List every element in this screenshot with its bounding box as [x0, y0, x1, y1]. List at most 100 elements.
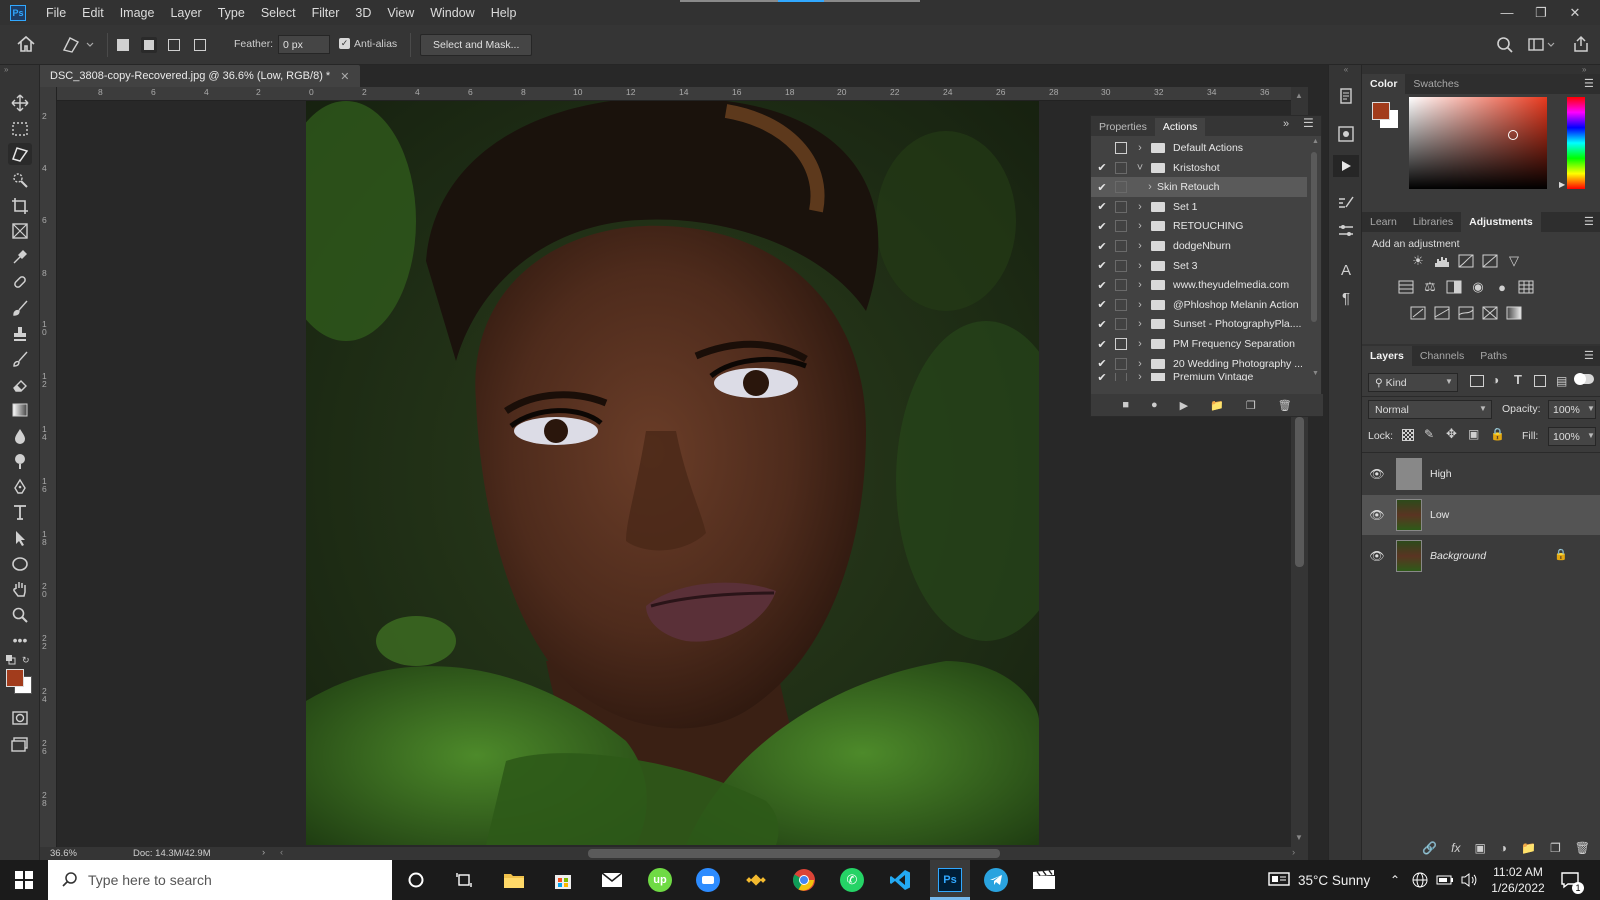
- toggle-item-checkbox[interactable]: ✔: [1091, 240, 1113, 253]
- select-and-mask-button[interactable]: Select and Mask...: [420, 34, 533, 56]
- eye-icon[interactable]: 👁: [1362, 549, 1392, 563]
- gradient-map-icon[interactable]: [1506, 306, 1522, 320]
- toggle-dialog-icon[interactable]: [1115, 161, 1127, 174]
- toggle-item-checkbox[interactable]: ✔: [1091, 259, 1113, 272]
- foreground-color-swatch[interactable]: [1372, 102, 1390, 120]
- link-layers-icon[interactable]: 🔗: [1422, 841, 1437, 855]
- curves-icon[interactable]: [1458, 254, 1474, 268]
- toggle-item-checkbox[interactable]: ✔: [1091, 338, 1113, 351]
- scroll-down-icon[interactable]: ▼: [1312, 370, 1319, 377]
- stop-icon[interactable]: ■: [1122, 399, 1129, 411]
- menu-view[interactable]: View: [379, 6, 422, 20]
- task-view-icon[interactable]: [450, 866, 478, 894]
- color-field[interactable]: [1409, 97, 1547, 189]
- zoom-level[interactable]: 36.6%: [50, 848, 77, 859]
- layer-row-high[interactable]: 👁 High: [1362, 454, 1600, 494]
- tab-adjustments[interactable]: Adjustments: [1461, 212, 1541, 232]
- toggle-dialog-icon[interactable]: [1115, 220, 1127, 233]
- delete-icon[interactable]: 🗑: [1278, 399, 1292, 412]
- default-colors-icon[interactable]: [6, 655, 16, 665]
- brush-settings-icon[interactable]: [1336, 195, 1356, 213]
- intersect-selection-icon[interactable]: [194, 39, 206, 51]
- scroll-right-icon[interactable]: ›: [1292, 847, 1295, 858]
- movies-app-icon[interactable]: [1030, 866, 1058, 894]
- search-icon[interactable]: [1496, 36, 1514, 54]
- eye-icon[interactable]: 👁: [1362, 467, 1392, 481]
- panel-menu-icon[interactable]: ☰: [1584, 215, 1594, 228]
- toggle-dialog-icon[interactable]: [1115, 240, 1127, 252]
- chevron-right-icon[interactable]: ›: [1133, 240, 1147, 252]
- action-row[interactable]: ✔ › @Phloshop Melanin Action: [1091, 295, 1307, 315]
- microsoft-store-icon[interactable]: [549, 866, 577, 894]
- photoshop-taskbar-icon[interactable]: Ps: [930, 860, 970, 900]
- tab-color[interactable]: Color: [1362, 74, 1406, 94]
- filter-shape-icon[interactable]: [1534, 375, 1546, 387]
- toggle-item-checkbox[interactable]: ✔: [1091, 161, 1113, 174]
- hand-tool-icon[interactable]: [8, 578, 32, 600]
- restore-icon[interactable]: ❐: [1524, 0, 1558, 25]
- toggle-item-checkbox[interactable]: ✔: [1091, 181, 1113, 194]
- network-globe-icon[interactable]: [1412, 860, 1428, 900]
- actions-scroll-thumb[interactable]: [1311, 152, 1317, 322]
- lock-artboard-icon[interactable]: ▣: [1468, 427, 1479, 441]
- lock-transparent-icon[interactable]: [1402, 429, 1414, 441]
- new-group-icon[interactable]: 📁: [1521, 841, 1536, 855]
- action-row[interactable]: ✔ ˅ Kristoshot: [1091, 158, 1307, 178]
- swap-colors-icon[interactable]: ↻: [22, 655, 32, 665]
- share-icon[interactable]: [1572, 35, 1590, 53]
- new-action-icon[interactable]: ❐: [1246, 399, 1256, 412]
- collapse-strip-icon[interactable]: «: [1329, 65, 1363, 74]
- character-panel-icon[interactable]: A: [1336, 261, 1356, 279]
- windows-start-icon[interactable]: [10, 866, 38, 894]
- invert-icon[interactable]: [1410, 306, 1426, 320]
- frame-tool-icon[interactable]: [8, 220, 32, 242]
- chevron-right-icon[interactable]: ›: [1133, 358, 1147, 370]
- mail-icon[interactable]: [598, 866, 626, 894]
- filter-toggle[interactable]: [1574, 373, 1594, 385]
- action-row[interactable]: ✔ › Set 3: [1091, 256, 1307, 276]
- color-balance-icon[interactable]: ⚖: [1422, 279, 1438, 294]
- toggle-item-checkbox[interactable]: ✔: [1091, 200, 1113, 213]
- tab-layers[interactable]: Layers: [1362, 346, 1412, 366]
- upwork-icon[interactable]: up: [646, 866, 674, 894]
- exposure-icon[interactable]: [1482, 254, 1498, 268]
- play-icon[interactable]: ▶: [1180, 399, 1188, 412]
- toggle-item-checkbox[interactable]: ✔: [1091, 279, 1113, 292]
- actions-panel-icon[interactable]: [1333, 155, 1359, 177]
- type-tool-icon[interactable]: [8, 501, 32, 523]
- ellipse-tool-icon[interactable]: [8, 553, 32, 575]
- scroll-down-icon[interactable]: ▼: [1295, 833, 1303, 842]
- dodge-tool-icon[interactable]: [8, 450, 32, 472]
- tab-swatches[interactable]: Swatches: [1405, 74, 1467, 94]
- new-selection-icon[interactable]: [117, 39, 129, 51]
- foreground-color-swatch[interactable]: [6, 669, 24, 687]
- status-menu-icon[interactable]: ›: [262, 847, 265, 858]
- eye-icon[interactable]: 👁: [1362, 508, 1392, 522]
- blend-mode-select[interactable]: Normal ▼: [1368, 400, 1492, 419]
- color-lookup-icon[interactable]: [1518, 280, 1534, 294]
- marquee-tool-icon[interactable]: [8, 118, 32, 140]
- show-hidden-icons[interactable]: ⌃: [1390, 860, 1400, 900]
- add-to-selection-icon[interactable]: [144, 40, 154, 50]
- vibrance-icon[interactable]: ▽: [1506, 253, 1522, 268]
- filter-adjustment-icon[interactable]: ◑: [1492, 373, 1499, 387]
- action-row[interactable]: ✔ › Skin Retouch: [1091, 177, 1307, 198]
- tab-paths[interactable]: Paths: [1472, 346, 1515, 366]
- actions-scrollbar[interactable]: ▲ ▼: [1309, 138, 1319, 377]
- menu-window[interactable]: Window: [422, 6, 482, 20]
- tab-learn[interactable]: Learn: [1362, 212, 1405, 232]
- layer-row-low[interactable]: 👁 Low: [1362, 495, 1600, 535]
- tab-libraries[interactable]: Libraries: [1405, 212, 1461, 232]
- tab-channels[interactable]: Channels: [1412, 346, 1472, 366]
- pen-tool-icon[interactable]: [8, 476, 32, 498]
- close-document-icon[interactable]: ✕: [340, 70, 349, 83]
- fill-input[interactable]: 100% ▼: [1548, 427, 1596, 446]
- chevron-right-icon[interactable]: ›: [1133, 279, 1147, 291]
- delete-layer-icon[interactable]: 🗑: [1575, 841, 1590, 855]
- lasso-tool-preset-icon[interactable]: [60, 34, 96, 56]
- toggle-dialog-icon[interactable]: [1115, 318, 1127, 331]
- clock[interactable]: 11:02 AM 1/26/2022: [1488, 860, 1548, 900]
- menu-file[interactable]: File: [38, 6, 74, 20]
- eyedropper-tool-icon[interactable]: [8, 246, 32, 268]
- hue-saturation-icon[interactable]: [1398, 280, 1414, 294]
